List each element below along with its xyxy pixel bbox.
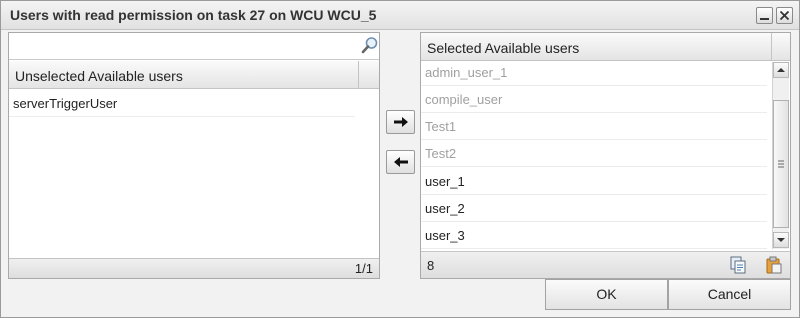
list-item-label: Test1 [425, 119, 457, 134]
permission-dialog: Users with read permission on task 27 on… [0, 0, 800, 318]
left-list-footer: 1/1 [9, 258, 379, 278]
list-item[interactable]: compile_user [421, 86, 767, 113]
list-item[interactable]: Test2 [421, 140, 767, 167]
magnifier-icon[interactable] [361, 36, 379, 54]
cancel-button[interactable]: Cancel [668, 279, 791, 310]
scroll-up-button[interactable] [773, 62, 789, 78]
search-input[interactable] [11, 35, 357, 57]
right-list-footer: 8 [421, 251, 790, 278]
move-left-button[interactable] [386, 150, 415, 174]
scroll-down-button[interactable] [773, 232, 789, 248]
column-divider [358, 61, 359, 88]
scroll-thumb[interactable] [773, 100, 789, 228]
list-item-label: compile_user [425, 92, 503, 107]
chevron-up-icon [777, 68, 785, 72]
selected-header-label: Selected Available users [427, 40, 580, 56]
close-button[interactable] [776, 7, 793, 24]
unselected-header-label: Unselected Available users [15, 68, 183, 84]
list-item[interactable]: serverTriggerUser [9, 90, 355, 117]
list-item[interactable]: Test1 [421, 113, 767, 140]
list-item-label: user_1 [425, 174, 465, 189]
list-item-label: serverTriggerUser [13, 96, 118, 111]
list-item-label: admin_user_1 [425, 65, 508, 80]
page-indicator: 1/1 [354, 261, 373, 276]
unselected-column-header[interactable]: Unselected Available users [9, 61, 379, 89]
list-item-label: user_3 [425, 228, 465, 243]
dialog-title: Users with read permission on task 27 on… [10, 7, 377, 23]
grip-icon [778, 160, 784, 168]
list-item[interactable]: user_2 [421, 195, 767, 222]
close-icon [779, 10, 790, 21]
vertical-scrollbar[interactable] [772, 62, 789, 249]
list-item[interactable]: admin_user_1 [421, 59, 767, 86]
selected-column-header[interactable]: Selected Available users [421, 33, 790, 61]
move-right-button[interactable] [386, 110, 415, 134]
unselected-users-panel: Unselected Available users serverTrigger… [8, 32, 380, 279]
selected-count: 8 [427, 258, 435, 273]
list-item[interactable]: user_3 [421, 222, 767, 249]
list-item-label: user_2 [425, 201, 465, 216]
column-divider [771, 33, 772, 60]
arrow-right-icon [394, 117, 408, 127]
search-box [9, 33, 379, 60]
minimize-button[interactable] [756, 7, 773, 24]
arrow-left-icon [394, 157, 408, 167]
clipboard-icon[interactable] [765, 256, 783, 274]
minimize-icon [760, 18, 769, 20]
ok-button[interactable]: OK [545, 279, 668, 310]
chevron-down-icon [777, 238, 785, 242]
list-item-label: Test2 [425, 146, 457, 161]
selected-users-panel: Selected Available users admin_user_1 co… [420, 32, 791, 279]
copy-icon[interactable] [729, 256, 747, 274]
list-item[interactable]: user_1 [421, 168, 767, 195]
title-bar: Users with read permission on task 27 on… [1, 1, 799, 30]
